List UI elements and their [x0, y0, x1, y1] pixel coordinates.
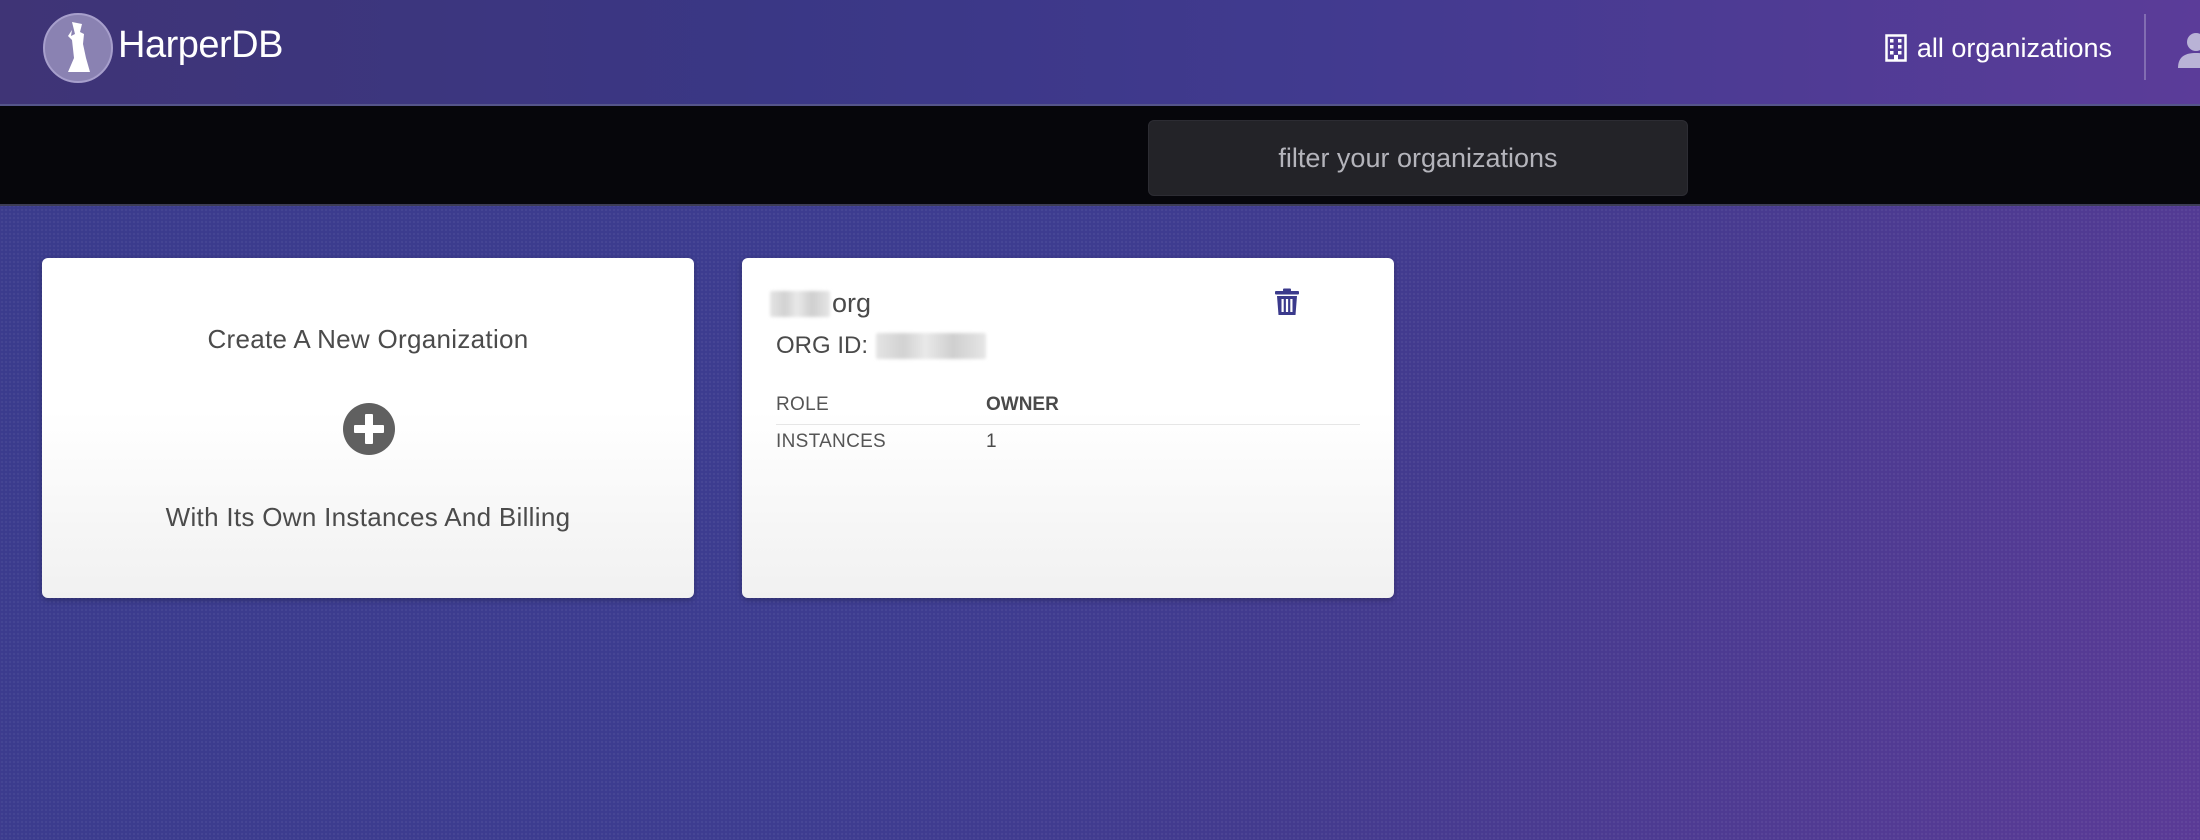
create-organization-title: Create A New Organization	[207, 324, 529, 354]
all-organizations-link[interactable]: all organizations	[1885, 28, 2112, 68]
org-id-label: ORG ID:	[776, 332, 869, 359]
building-icon	[1885, 34, 1907, 62]
all-organizations-label: all organizations	[1916, 32, 2112, 63]
table-row: ROLE OWNER	[776, 388, 1360, 425]
role-value: OWNER	[986, 388, 1360, 425]
header-divider	[2144, 14, 2146, 80]
user-icon[interactable]	[2176, 30, 2200, 70]
plus-circle-icon[interactable]	[342, 402, 396, 456]
redacted-name	[770, 290, 830, 317]
organization-info-table: ROLE OWNER INSTANCES 1	[776, 388, 1360, 461]
organization-id: ORG ID:	[776, 332, 987, 360]
create-organization-subtitle: With Its Own Instances And Billing	[165, 502, 571, 532]
create-organization-card[interactable]: Create A New Organization With Its Own I…	[42, 258, 694, 598]
filter-bar	[0, 106, 2200, 206]
filter-organizations-input[interactable]	[1148, 120, 1688, 196]
redacted-org-id	[876, 333, 987, 359]
organization-card[interactable]: org ORG ID: ROLE OWNER INSTANCES 1	[742, 258, 1394, 598]
organization-name-suffix: org	[832, 288, 872, 318]
brand-name[interactable]: HarperDB	[118, 24, 283, 67]
instances-key: INSTANCES	[776, 431, 887, 452]
role-key: ROLE	[776, 388, 986, 425]
top-nav: HarperDB all organizations	[0, 0, 2200, 106]
instances-value: 1	[986, 431, 997, 452]
harperdb-logo-icon[interactable]	[42, 12, 114, 84]
trash-icon[interactable]	[1274, 288, 1300, 316]
table-row: INSTANCES 1	[776, 425, 1360, 462]
organization-name: org	[770, 288, 871, 319]
